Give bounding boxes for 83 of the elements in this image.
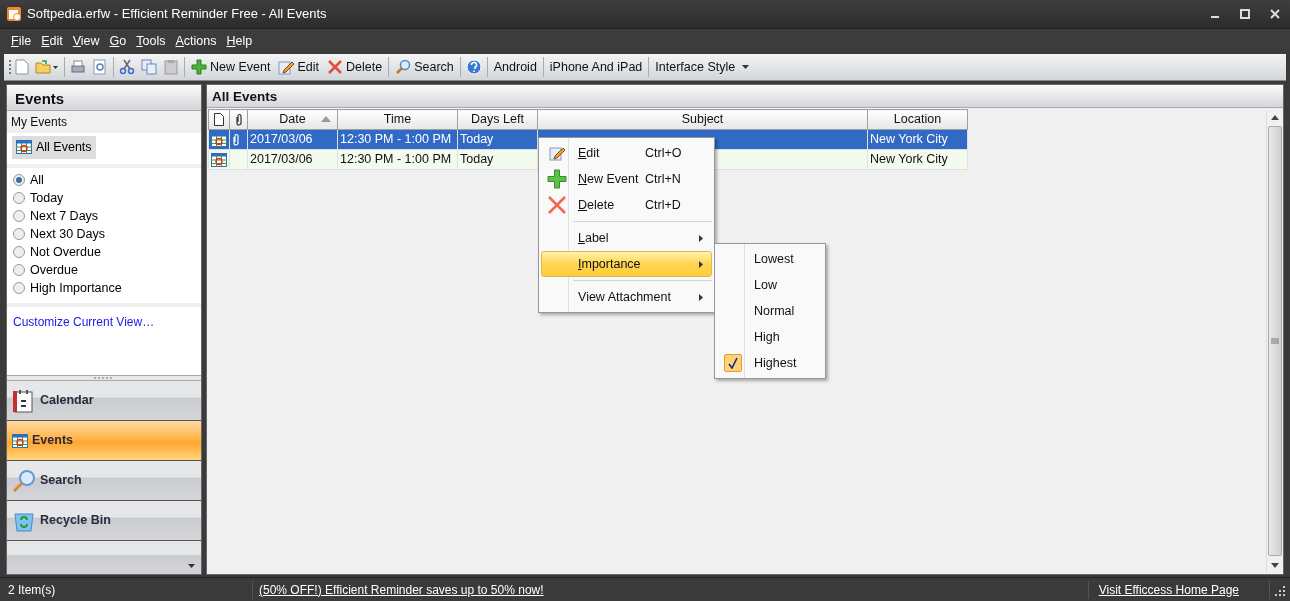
resize-grip-icon [1274, 583, 1286, 596]
menu-item[interactable]: Tools [131, 32, 171, 51]
shortcut-label: Ctrl+O [645, 144, 683, 162]
search-icon [395, 59, 412, 75]
toolbar-button[interactable]: Android [489, 55, 541, 79]
printer-icon[interactable] [70, 59, 86, 75]
toolbar-button[interactable]: Edit [274, 55, 323, 79]
new-document-icon[interactable] [15, 59, 29, 75]
radio-option[interactable]: Next 7 Days [7, 206, 105, 225]
nav-item[interactable]: Events [7, 421, 201, 461]
grid-icon [12, 433, 28, 448]
column-header[interactable]: Location [867, 109, 968, 130]
app-icon [6, 6, 22, 22]
delete-icon [547, 195, 567, 215]
plus-icon [191, 59, 207, 75]
radio-option[interactable]: Today [7, 188, 70, 207]
nav-item[interactable]: Search [7, 461, 201, 501]
menu-item[interactable]: Go [104, 32, 132, 51]
column-header[interactable] [208, 109, 230, 130]
document-icon [214, 113, 224, 127]
panel-title: All Events [207, 85, 1283, 108]
customize-link[interactable]: Customize Current View… [7, 315, 161, 330]
menu-item[interactable]: Lowest [717, 246, 823, 272]
pencil-icon [278, 59, 295, 75]
menu-item[interactable]: Actions [170, 32, 222, 51]
menu-item[interactable]: Delete Ctrl+D [541, 192, 712, 218]
menu-item[interactable]: Importance [541, 251, 712, 277]
window-title: Softpedia.erfw - Efficient Reminder Free - All Events [27, 5, 328, 24]
item-count: 2 Item(s) [7, 581, 57, 599]
paperclip-icon [234, 113, 243, 127]
menu-item[interactable]: Edit Ctrl+O [541, 140, 712, 166]
menu-item[interactable]: Low [717, 272, 823, 298]
section-label: My Events [7, 111, 201, 133]
toolbar-button[interactable]: iPhone And iPad [545, 55, 647, 79]
menu-item[interactable]: Highest [717, 350, 823, 376]
nav-item[interactable]: Recycle Bin [7, 501, 201, 541]
menu-item[interactable]: Normal [717, 298, 823, 324]
folder-icon[interactable] [35, 59, 59, 75]
submenu-arrow-icon [699, 293, 703, 301]
toolbar-button[interactable]: Delete [323, 55, 387, 79]
copy-icon[interactable] [141, 59, 157, 75]
menu-item[interactable]: High [717, 324, 823, 350]
grid-icon [16, 140, 32, 155]
plus-icon [547, 169, 567, 189]
column-header[interactable]: Time [337, 109, 458, 130]
dropdown-arrow-icon[interactable] [187, 563, 195, 568]
checkmark-icon [728, 357, 738, 369]
menu-item[interactable]: View [67, 32, 105, 51]
magnifier-icon [12, 468, 36, 493]
promo-link[interactable]: (50% OFF!) Efficient Reminder saves up to 50% now! [253, 580, 550, 599]
close-icon[interactable] [1270, 9, 1280, 19]
column-header[interactable]: Date [247, 109, 338, 130]
submenu-arrow-icon [699, 260, 703, 268]
shortcut-label: Ctrl+D [645, 196, 682, 214]
menu-item[interactable]: File [6, 32, 37, 51]
cut-icon[interactable] [119, 59, 135, 75]
help-icon[interactable] [465, 59, 482, 75]
nav-item[interactable]: Calendar [7, 381, 201, 421]
maximize-icon[interactable] [1240, 9, 1250, 19]
column-header[interactable]: Days Left [457, 109, 538, 130]
submenu-arrow-icon [699, 234, 703, 242]
menu-item[interactable]: Label [541, 225, 712, 251]
home-page-link[interactable]: Visit Efficcess Home Page [1088, 580, 1269, 599]
menu-item[interactable]: New Event Ctrl+N [541, 166, 712, 192]
menu-item[interactable]: View Attachment [541, 284, 712, 310]
menu-item[interactable]: Help [221, 32, 258, 51]
toolbar-button[interactable]: Interface Style [651, 55, 754, 79]
panel-title: Events [7, 85, 201, 111]
print-preview-icon[interactable] [92, 59, 108, 75]
shortcut-label: Ctrl+N [645, 170, 682, 188]
radio-option[interactable]: Not Overdue [7, 242, 107, 261]
radio-option[interactable]: Next 30 Days [7, 224, 112, 243]
delete-icon [327, 59, 343, 75]
column-header[interactable]: Subject [537, 109, 868, 130]
menu-item[interactable]: Edit [36, 32, 68, 51]
toolbar-button[interactable]: New Event [187, 55, 275, 79]
calendar-icon [12, 387, 36, 414]
toolbar-button[interactable]: Search [391, 55, 458, 79]
radio-option[interactable]: Overdue [7, 260, 84, 279]
view-button[interactable]: All Events [12, 136, 96, 159]
pencil-icon [549, 145, 565, 161]
radio-option[interactable]: High Importance [7, 278, 128, 297]
radio-option[interactable]: All [7, 170, 50, 189]
